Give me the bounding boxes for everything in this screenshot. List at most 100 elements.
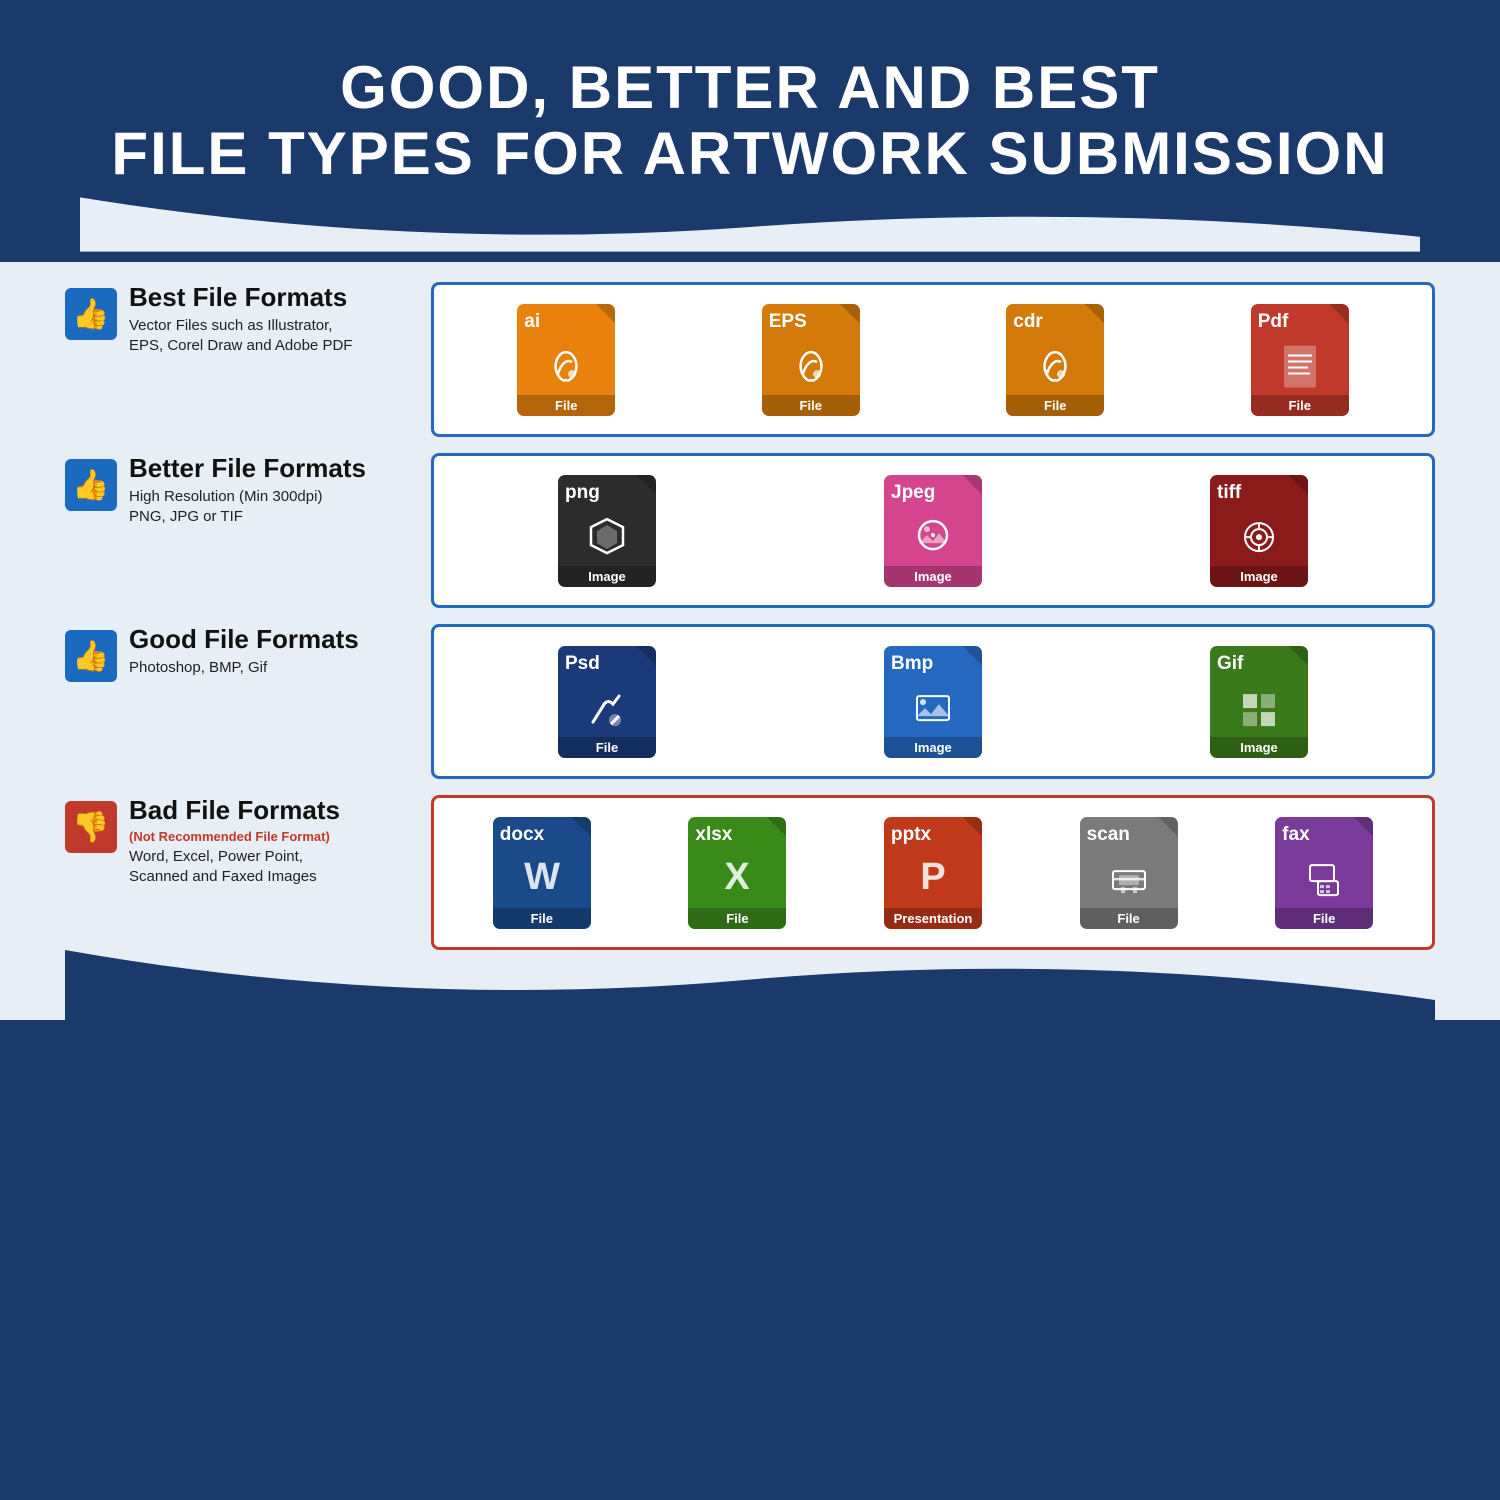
icon-jpeg: [911, 515, 955, 568]
corner-docx: [571, 817, 591, 837]
file-doc-psd: Psd File: [558, 646, 656, 758]
title-best: Best File Formats: [129, 282, 419, 313]
corner-cdr: [1084, 304, 1104, 324]
corner-tiff: [1288, 475, 1308, 495]
label-better: Better File Formats High Resolution (Min…: [129, 453, 419, 528]
section-bad: 👎 Bad File Formats (Not Recommended File…: [65, 795, 1435, 950]
file-pdf: Pdf File: [1251, 304, 1349, 416]
label-scan: File: [1080, 908, 1178, 929]
file-jpeg: Jpeg Image: [884, 475, 982, 587]
file-bmp: Bmp Image: [884, 646, 982, 758]
label-xlsx: File: [688, 908, 786, 929]
file-cdr: cdr File: [1006, 304, 1104, 416]
ext-xlsx: xlsx: [695, 824, 732, 846]
file-doc-docx: docx W File: [493, 817, 591, 929]
file-tiff: tiff Image: [1210, 475, 1308, 587]
icon-ai: [544, 344, 588, 397]
thumb-better: 👍: [65, 459, 117, 511]
subtitle-bad: (Not Recommended File Format): [129, 829, 419, 844]
file-doc-fax: fax File: [1275, 817, 1373, 929]
bottom-swoosh-container: [0, 950, 1500, 1020]
corner-jpeg: [962, 475, 982, 495]
icon-fax: [1302, 857, 1346, 910]
icon-png: [585, 515, 629, 568]
title-bad: Bad File Formats: [129, 795, 419, 826]
icon-pdf: [1280, 343, 1320, 398]
file-doc-pptx: pptx P Presentation: [884, 817, 982, 929]
corner-png: [636, 475, 656, 495]
file-fax: fax File: [1275, 817, 1373, 929]
thumb-good: 👍: [65, 630, 117, 682]
ext-cdr: cdr: [1013, 311, 1043, 333]
corner-pptx: [962, 817, 982, 837]
corner-bmp: [962, 646, 982, 666]
icons-box-better: png Image Jpeg: [431, 453, 1435, 608]
corner-gif: [1288, 646, 1308, 666]
section-best: 👍 Best File Formats Vector Files such as…: [65, 282, 1435, 437]
file-doc-xlsx: xlsx X File: [688, 817, 786, 929]
icon-docx: W: [522, 857, 562, 910]
file-ai: ai File: [517, 304, 615, 416]
thumb-best: 👍: [65, 288, 117, 340]
svg-text:X: X: [725, 857, 751, 898]
icon-scan: [1107, 857, 1151, 910]
svg-text:W: W: [524, 857, 560, 898]
icons-box-good: Psd File: [431, 624, 1435, 779]
file-doc-ai: ai File: [517, 304, 615, 416]
label-docx: File: [493, 908, 591, 929]
desc-better: High Resolution (Min 300dpi) PNG, JPG or…: [129, 487, 419, 528]
ext-docx: docx: [500, 824, 544, 846]
main-container: GOOD, BETTER AND BEST FILE TYPES FOR ART…: [0, 0, 1500, 1500]
ext-tiff: tiff: [1217, 482, 1241, 504]
corner-xlsx: [766, 817, 786, 837]
file-doc-tiff: tiff Image: [1210, 475, 1308, 587]
file-doc-pdf: Pdf File: [1251, 304, 1349, 416]
title-good: Good File Formats: [129, 624, 419, 655]
desc-bad: Word, Excel, Power Point, Scanned and Fa…: [129, 847, 419, 888]
corner-pdf: [1329, 304, 1349, 324]
header-title-line2: FILE TYPES FOR ARTWORK SUBMISSION: [80, 121, 1420, 187]
file-scan: scan File: [1080, 817, 1178, 929]
file-doc-scan: scan File: [1080, 817, 1178, 929]
file-doc-gif: Gif Image: [1210, 646, 1308, 758]
label-pptx: Presentation: [884, 908, 982, 929]
section-better: 👍 Better File Formats High Resolution (M…: [65, 453, 1435, 608]
icon-bmp: [911, 686, 955, 739]
label-ai: File: [517, 395, 615, 416]
file-xlsx: xlsx X File: [688, 817, 786, 929]
label-pdf: File: [1251, 395, 1349, 416]
ext-gif: Gif: [1217, 653, 1243, 675]
file-png: png Image: [558, 475, 656, 587]
corner-ai: [595, 304, 615, 324]
icon-eps: [789, 344, 833, 397]
icon-pptx: P: [913, 857, 953, 910]
ext-ai: ai: [524, 311, 540, 333]
file-doc-cdr: cdr File: [1006, 304, 1104, 416]
ext-scan: scan: [1087, 824, 1130, 846]
content-area: 👍 Best File Formats Vector Files such as…: [0, 262, 1500, 950]
ext-bmp: Bmp: [891, 653, 933, 675]
ext-pdf: Pdf: [1258, 311, 1289, 333]
file-eps: EPS File: [762, 304, 860, 416]
label-cdr: File: [1006, 395, 1104, 416]
file-doc-jpeg: Jpeg Image: [884, 475, 982, 587]
label-png: Image: [558, 566, 656, 587]
ext-jpeg: Jpeg: [891, 482, 935, 504]
label-bad: Bad File Formats (Not Recommended File F…: [129, 795, 419, 888]
file-doc-eps: EPS File: [762, 304, 860, 416]
icon-psd: [585, 686, 629, 739]
label-gif: Image: [1210, 737, 1308, 758]
label-fax: File: [1275, 908, 1373, 929]
icon-gif: [1237, 686, 1281, 739]
corner-scan: [1158, 817, 1178, 837]
ext-eps: EPS: [769, 311, 807, 333]
icon-xlsx: X: [717, 857, 757, 910]
corner-eps: [840, 304, 860, 324]
header-swoosh: [80, 197, 1420, 252]
bottom-swoosh: [0, 950, 1500, 1020]
label-tiff: Image: [1210, 566, 1308, 587]
label-best: Best File Formats Vector Files such as I…: [129, 282, 419, 357]
label-psd: File: [558, 737, 656, 758]
label-bmp: Image: [884, 737, 982, 758]
file-gif: Gif Image: [1210, 646, 1308, 758]
